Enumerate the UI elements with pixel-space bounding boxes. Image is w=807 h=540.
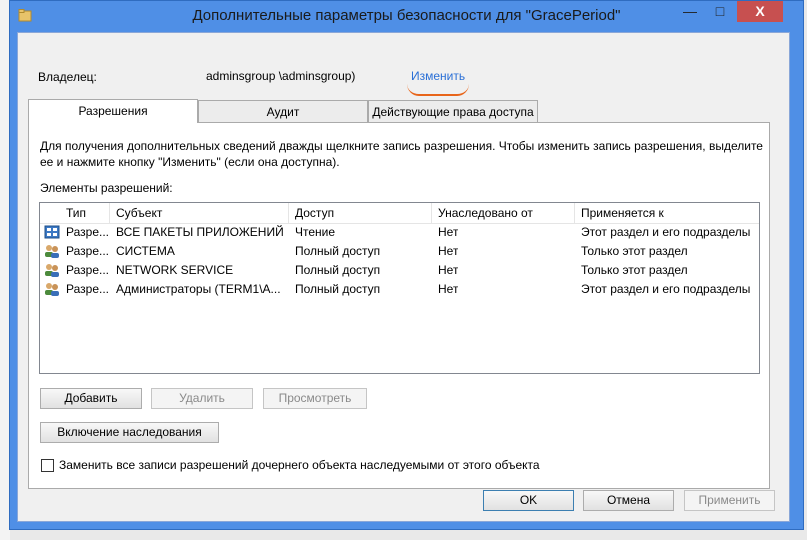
row-applies-to: Этот раздел и его подразделы — [581, 282, 751, 296]
row-applies-to: Только этот раздел — [581, 263, 688, 277]
tab-permissions[interactable]: Разрешения — [28, 99, 198, 123]
column-header-inherited-from[interactable]: Унаследовано от — [432, 203, 575, 223]
column-header-type[interactable]: Тип — [60, 203, 110, 223]
row-subject: NETWORK SERVICE — [116, 263, 234, 277]
row-type: Разре... — [66, 244, 109, 258]
row-applies-to: Только этот раздел — [581, 244, 688, 258]
table-row[interactable]: Разре... ВСЕ ПАКЕТЫ ПРИЛОЖЕНИЙ Чтение Не… — [40, 223, 759, 242]
advanced-security-dialog: Дополнительные параметры безопасности дл… — [9, 0, 804, 530]
row-subject: Администраторы (TERM1\А... — [116, 282, 281, 296]
help-text: Для получения дополнительных сведений дв… — [40, 139, 763, 169]
owner-label: Владелец: — [38, 70, 97, 84]
row-access: Полный доступ — [295, 244, 381, 258]
row-access: Чтение — [295, 225, 336, 239]
row-inherited: Нет — [438, 244, 459, 258]
row-access: Полный доступ — [295, 282, 381, 296]
column-header-applies-to[interactable]: Применяется к — [575, 203, 759, 223]
row-type: Разре... — [66, 225, 109, 239]
list-header: Тип Субъект Доступ Унаследовано от Приме… — [40, 203, 759, 224]
column-header-access[interactable]: Доступ — [289, 203, 432, 223]
permission-entries-label: Элементы разрешений: — [40, 181, 173, 195]
title-bar[interactable]: Дополнительные параметры безопасности дл… — [10, 1, 803, 32]
row-type: Разре... — [66, 263, 109, 277]
row-inherited: Нет — [438, 225, 459, 239]
table-row[interactable]: Разре... Администраторы (TERM1\А... Полн… — [40, 280, 759, 299]
tab-effective-access[interactable]: Действующие права доступа — [368, 100, 538, 122]
remove-button[interactable]: Удалить — [151, 388, 253, 409]
row-inherited: Нет — [438, 263, 459, 277]
permission-entries-list[interactable]: Тип Субъект Доступ Унаследовано от Приме… — [39, 202, 760, 374]
ok-button[interactable]: OK — [483, 490, 574, 511]
replace-child-permissions-checkbox[interactable] — [41, 459, 54, 472]
row-applies-to: Этот раздел и его подразделы — [581, 225, 751, 239]
column-header-subject[interactable]: Субъект — [110, 203, 289, 223]
table-row[interactable]: Разре... NETWORK SERVICE Полный доступ Н… — [40, 261, 759, 280]
row-access: Полный доступ — [295, 263, 381, 277]
maximize-button[interactable]: □ — [705, 1, 735, 22]
table-row[interactable]: Разре... СИСТЕМА Полный доступ Нет Тольк… — [40, 242, 759, 261]
view-button[interactable]: Просмотреть — [263, 388, 367, 409]
cancel-button[interactable]: Отмена — [583, 490, 674, 511]
row-inherited: Нет — [438, 282, 459, 296]
users-icon — [45, 264, 59, 277]
enable-inheritance-button[interactable]: Включение наследования — [40, 422, 219, 443]
row-subject: ВСЕ ПАКЕТЫ ПРИЛОЖЕНИЙ — [116, 225, 284, 239]
change-owner-link[interactable]: Изменить — [411, 69, 465, 83]
users-icon — [45, 245, 59, 258]
minimize-button[interactable]: — — [675, 1, 705, 22]
app-packages-icon — [44, 225, 60, 239]
close-button[interactable]: X — [737, 1, 783, 22]
add-button[interactable]: Добавить — [40, 388, 142, 409]
row-subject: СИСТЕМА — [116, 244, 175, 258]
permissions-panel: Для получения дополнительных сведений дв… — [28, 122, 770, 489]
annotation-underline — [407, 84, 469, 96]
users-icon — [45, 283, 59, 296]
apply-button[interactable]: Применить — [684, 490, 775, 511]
row-type: Разре... — [66, 282, 109, 296]
replace-child-permissions-label: Заменить все записи разрешений дочернего… — [59, 458, 540, 472]
owner-value: adminsgroup \adminsgroup) — [206, 69, 356, 83]
dialog-client-area: Владелец: adminsgroup \adminsgroup) Изме… — [17, 32, 790, 522]
tab-audit[interactable]: Аудит — [198, 100, 368, 122]
